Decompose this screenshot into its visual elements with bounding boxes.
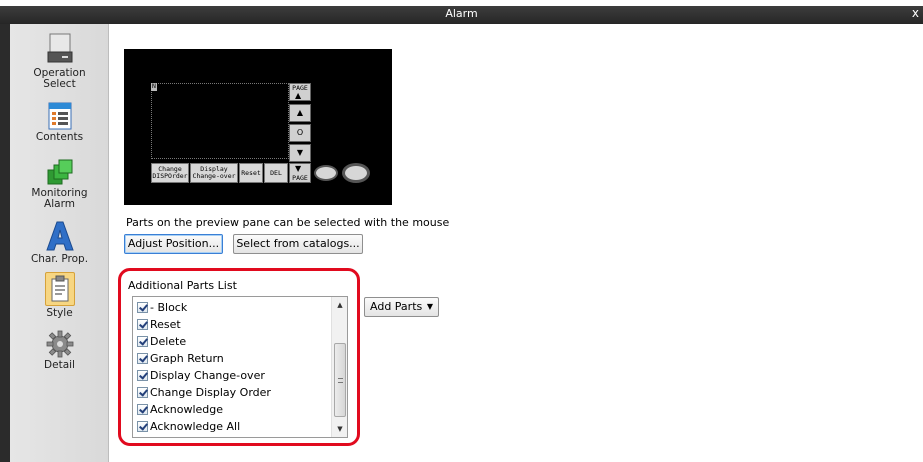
sidebar-item-label: Detail: [44, 359, 75, 371]
checkbox[interactable]: [137, 336, 148, 347]
page-down-icon: ▼: [295, 164, 302, 173]
sidebar-item-label: Style: [46, 307, 73, 319]
gear-icon: [46, 330, 73, 358]
scroll-down-arrow-icon[interactable]: ▼: [332, 421, 348, 437]
checkbox[interactable]: [137, 387, 148, 398]
add-parts-button[interactable]: Add Parts ▼: [364, 297, 439, 317]
monitoring-alarm-icon: [47, 159, 72, 185]
preview-page-up-button[interactable]: PAGE ▲: [289, 83, 311, 101]
preview-scroll-down-button[interactable]: ▼: [289, 144, 311, 162]
sidebar: Operation Select Contents Monitoring Ala…: [10, 24, 109, 462]
window-title: Alarm: [445, 7, 478, 20]
additional-parts-list[interactable]: - Block Reset Delete Graph Return Displa…: [132, 296, 348, 438]
checkbox[interactable]: [137, 353, 148, 364]
operation-select-icon: [47, 33, 72, 63]
grip-icon: [338, 378, 343, 383]
left-frame-strip: [0, 24, 10, 462]
scrollbar-thumb[interactable]: [334, 343, 346, 417]
list-item[interactable]: Change Display Order: [137, 384, 271, 401]
list-item[interactable]: Graph Return: [137, 350, 224, 367]
char-prop-icon: [45, 221, 74, 251]
sidebar-item-label: Operation Select: [33, 67, 86, 90]
preview-del-button[interactable]: DEL: [264, 163, 288, 183]
list-item[interactable]: Acknowledge: [137, 401, 223, 418]
preview-pane[interactable]: N PAGE ▲ ▲ O ▼ Change DISPOrder Display …: [124, 49, 392, 205]
preview-display-changeover-button[interactable]: Display Change-over: [190, 163, 238, 183]
sidebar-item-contents[interactable]: Contents: [10, 102, 109, 143]
preview-acknowledge-lamp[interactable]: [314, 165, 338, 181]
select-from-catalogs-button[interactable]: Select from catalogs...: [233, 234, 363, 254]
checkbox[interactable]: [137, 370, 148, 381]
sidebar-item-monitoring-alarm[interactable]: Monitoring Alarm: [10, 158, 109, 210]
style-icon: [44, 272, 75, 306]
list-item[interactable]: Reset: [137, 316, 181, 333]
sidebar-item-label: Contents: [35, 131, 84, 143]
preview-corner-marker: N: [151, 82, 157, 91]
sidebar-item-detail[interactable]: Detail: [10, 330, 109, 371]
contents-icon: [48, 102, 71, 130]
checkbox[interactable]: [137, 319, 148, 330]
title-bar: Alarm x: [0, 0, 923, 24]
adjust-position-button[interactable]: Adjust Position...: [124, 234, 223, 254]
preview-change-order-button[interactable]: Change DISPOrder: [151, 163, 189, 183]
list-item[interactable]: Delete: [137, 333, 186, 350]
list-scrollbar[interactable]: ▲ ▼: [331, 297, 347, 437]
preview-stop-button[interactable]: O: [289, 124, 311, 142]
sidebar-item-char-prop[interactable]: Char. Prop.: [10, 220, 109, 265]
scroll-up-arrow-icon[interactable]: ▲: [332, 297, 348, 313]
close-icon[interactable]: x: [912, 6, 919, 20]
list-item[interactable]: Display Change-over: [137, 367, 265, 384]
preview-page-down-button[interactable]: ▼ PAGE: [289, 163, 311, 183]
arrow-down-icon: ▼: [296, 148, 304, 157]
page-up-icon: ▲: [295, 91, 302, 100]
sidebar-item-style[interactable]: Style: [10, 272, 109, 319]
list-item[interactable]: - Block: [137, 299, 187, 316]
preview-acknowledge-all-lamp[interactable]: [342, 163, 370, 183]
preview-list-area[interactable]: [151, 83, 289, 159]
preview-reset-button[interactable]: Reset: [239, 163, 263, 183]
list-item[interactable]: Acknowledge All: [137, 418, 240, 435]
dropdown-arrow-icon: ▼: [426, 302, 433, 311]
sidebar-item-label: Char. Prop.: [30, 253, 89, 265]
arrow-up-icon: ▲: [296, 108, 304, 117]
additional-parts-title: Additional Parts List: [128, 279, 237, 292]
checkbox[interactable]: [137, 421, 148, 432]
checkbox[interactable]: [137, 302, 148, 313]
sidebar-item-operation-select[interactable]: Operation Select: [10, 32, 109, 90]
checkbox[interactable]: [137, 404, 148, 415]
preview-scroll-up-button[interactable]: ▲: [289, 104, 311, 122]
sidebar-item-label: Monitoring Alarm: [31, 187, 88, 210]
preview-note: Parts on the preview pane can be selecte…: [126, 216, 450, 229]
